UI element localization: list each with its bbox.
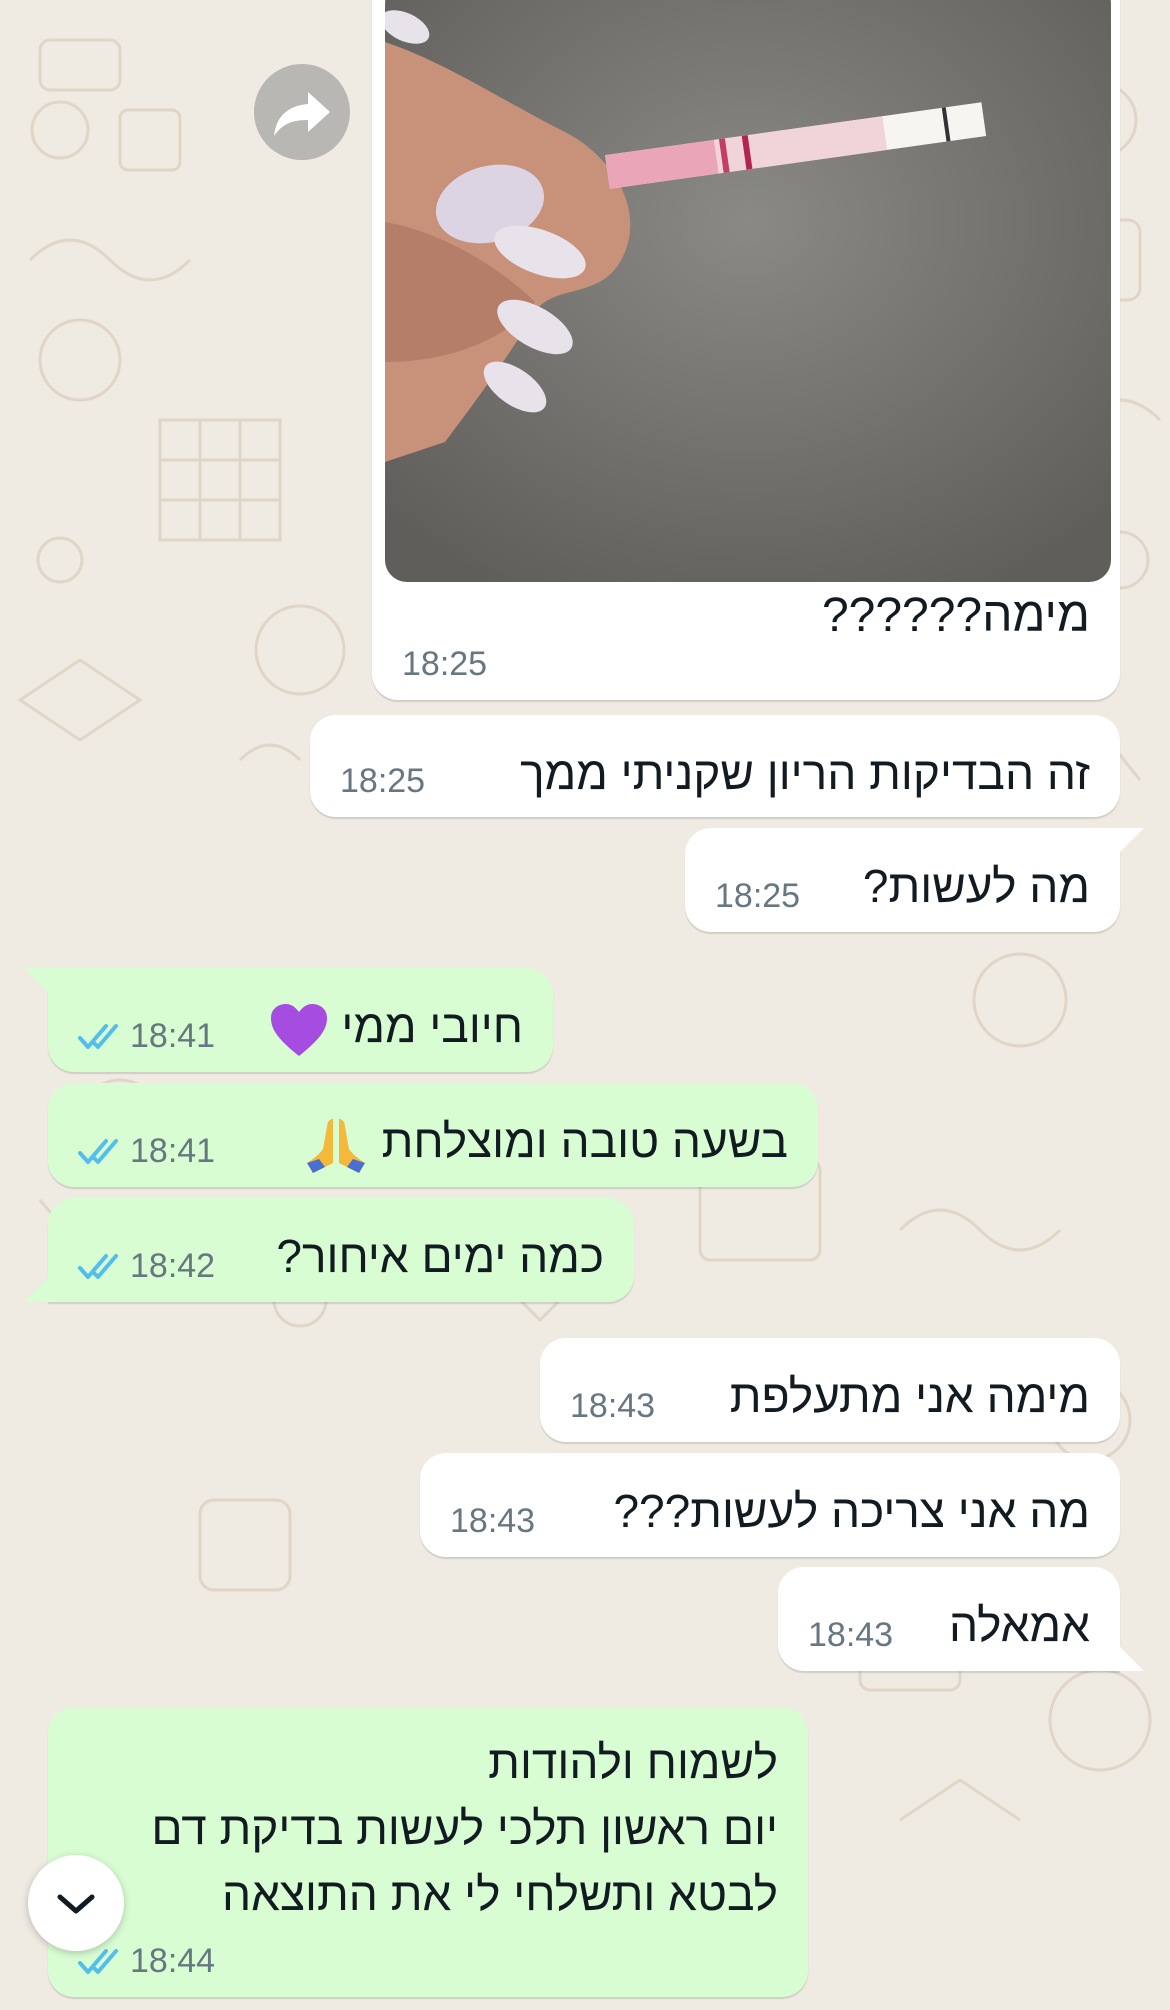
incoming-message[interactable]: מה אני צריכה לעשות??? 18:43 — [420, 1453, 1120, 1557]
bubble-tail — [24, 968, 54, 998]
message-text-body: בשעה טובה ומוצלחת — [381, 1115, 788, 1167]
read-receipt-icon — [78, 1023, 118, 1049]
outgoing-message[interactable]: לשמוח ולהודות יום ראשון תלכי לעשות בדיקת… — [48, 1707, 808, 1997]
message-text: חיובי ממי — [269, 994, 523, 1058]
message-time: 18:25 — [340, 762, 426, 800]
photo-caption: מימה?????? — [821, 589, 1090, 642]
photo-message-bubble[interactable]: מימה?????? 18:25 — [372, 0, 1120, 700]
message-time: 18:44 — [130, 1942, 216, 1980]
message-time: 18:43 — [570, 1387, 656, 1425]
message-text: אמאלה — [948, 1599, 1090, 1651]
message-time: 18:25 — [402, 645, 488, 683]
message-text: מימה אני מתעלפת — [729, 1370, 1090, 1422]
outgoing-message[interactable]: כמה ימים איחור? 18:42 — [24, 1198, 634, 1302]
bubble-tail — [1114, 828, 1144, 858]
purple-heart-icon — [270, 1003, 327, 1056]
scroll-to-bottom-button[interactable] — [28, 1855, 124, 1951]
message-time: 18:42 — [130, 1247, 216, 1285]
incoming-message[interactable]: אמאלה 18:43 — [778, 1567, 1144, 1671]
forward-button[interactable] — [254, 64, 350, 160]
message-meta: 18:42 — [78, 1247, 215, 1286]
message-time: 18:41 — [130, 1132, 216, 1170]
message-time: 18:25 — [715, 877, 801, 915]
message-text-body: חיובי ממי — [341, 1000, 523, 1052]
read-receipt-icon — [78, 1253, 118, 1279]
outgoing-message[interactable]: חיובי ממי 18:41 — [24, 968, 553, 1072]
message-text: לשמוח ולהודות יום ראשון תלכי לעשות בדיקת… — [151, 1736, 778, 1920]
incoming-message[interactable]: מה לעשות? 18:25 — [685, 828, 1144, 932]
message-text: מה לעשות? — [862, 860, 1090, 912]
folded-hands-icon — [306, 1118, 365, 1173]
message-meta: 18:41 — [78, 1132, 215, 1171]
chat-area: מימה?????? 18:25 זה הבדיקות הריון שקניתי… — [0, 0, 1170, 2010]
chevron-down-icon — [57, 1894, 95, 1914]
message-meta: 18:41 — [78, 1017, 215, 1056]
incoming-message[interactable]: זה הבדיקות הריון שקניתי ממך 18:25 — [310, 715, 1120, 817]
bubble-tail — [1114, 1641, 1144, 1671]
bubble-tail — [24, 1272, 54, 1302]
read-receipt-icon — [78, 1948, 118, 1974]
read-receipt-icon — [78, 1138, 118, 1164]
forward-arrow-icon — [274, 92, 330, 136]
incoming-message[interactable]: מימה אני מתעלפת 18:43 — [540, 1338, 1120, 1442]
message-time: 18:41 — [130, 1017, 216, 1055]
message-text: מה אני צריכה לעשות??? — [613, 1485, 1090, 1537]
message-text: בשעה טובה ומוצלחת — [303, 1109, 788, 1175]
pregnancy-test-photo[interactable] — [385, 0, 1111, 582]
message-time: 18:43 — [808, 1616, 894, 1654]
message-text: זה הבדיקות הריון שקניתי ממך — [520, 747, 1090, 799]
outgoing-message[interactable]: בשעה טובה ומוצלחת 18:41 — [48, 1083, 818, 1187]
message-text: כמה ימים איחור? — [276, 1230, 604, 1282]
message-time: 18:43 — [450, 1502, 536, 1540]
